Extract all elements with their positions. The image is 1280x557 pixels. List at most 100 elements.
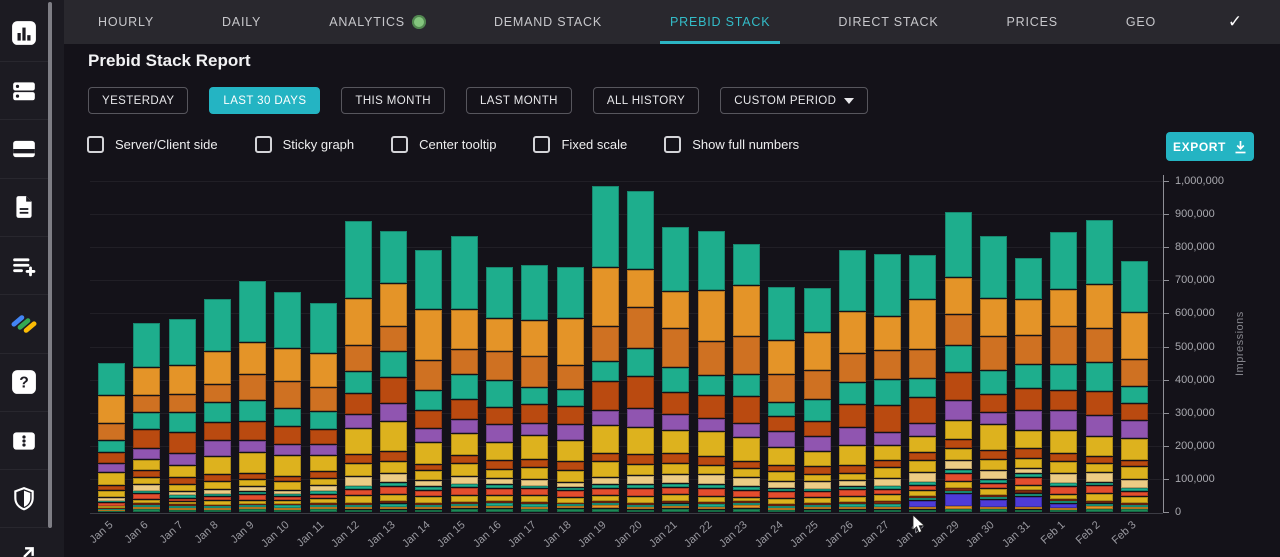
seg-yellow-mid — [274, 481, 302, 490]
seg-purple — [874, 432, 902, 445]
bar-jan-28[interactable] — [909, 254, 937, 512]
seg-purple — [168, 453, 196, 465]
bar-feb-3[interactable] — [1121, 260, 1148, 512]
bar-jan-17[interactable] — [521, 264, 549, 512]
seg-teal-top — [380, 230, 408, 283]
seg-teal-top — [556, 266, 584, 318]
bar-jan-16[interactable] — [486, 266, 514, 512]
seg-yellow-mid — [697, 465, 725, 474]
seg-orange-dark — [803, 370, 831, 399]
seg-purple — [732, 423, 760, 437]
seg-orange-dark — [309, 387, 337, 411]
seg-orange-large — [1085, 284, 1113, 328]
tab-hourly[interactable]: HOURLY — [64, 0, 188, 44]
tab-prebid-stack[interactable]: PREBID STACK — [636, 0, 804, 44]
bar-jan-31[interactable] — [1015, 257, 1043, 512]
prebid-stack-report-page: ? HOURLY DAILY ANALYTICS DEMAND STACK PREBID… — [0, 0, 1280, 557]
seg-yellow-large — [344, 428, 372, 454]
bar-jan-30[interactable] — [979, 235, 1007, 512]
bar-jan-9[interactable] — [239, 280, 267, 512]
seg-purple — [415, 428, 443, 442]
seg-orange-large — [768, 340, 796, 374]
bar-jan-7[interactable] — [168, 318, 196, 512]
bar-jan-14[interactable] — [415, 249, 443, 512]
bar-jan-29[interactable] — [944, 211, 972, 512]
bar-jan-21[interactable] — [662, 226, 690, 512]
seg-teal-mid — [1015, 364, 1043, 388]
sidebar-item-bar-chart[interactable] — [0, 4, 48, 62]
sidebar-item-expand[interactable] — [0, 529, 48, 557]
seg-yellow-small — [662, 494, 690, 501]
seg-indigo — [1015, 496, 1043, 507]
bar-jan-27[interactable] — [874, 253, 902, 512]
seg-teal-top — [1085, 219, 1113, 284]
svg-text:?: ? — [19, 375, 29, 392]
bar-jan-26[interactable] — [838, 249, 866, 512]
bar-jan-15[interactable] — [450, 235, 478, 512]
sidebar-item-credit-card[interactable] — [0, 121, 48, 179]
nav-check-icon[interactable]: ✓ — [1190, 0, 1280, 44]
seg-green-dark — [486, 508, 514, 512]
seg-rust-small — [697, 456, 725, 465]
seg-teal-mid — [309, 411, 337, 429]
tab-prices[interactable]: PRICES — [973, 0, 1092, 44]
bar-jan-20[interactable] — [627, 190, 655, 512]
sidebar-item-shield[interactable] — [0, 470, 48, 529]
seg-orange-dark — [98, 423, 125, 440]
tab-direct-stack[interactable]: DIRECT STACK — [804, 0, 972, 44]
tab-analytics[interactable]: ANALYTICS — [295, 0, 460, 44]
bar-feb-2[interactable] — [1085, 219, 1113, 512]
sidebar-scrollbar[interactable] — [48, 2, 52, 528]
seg-indigo — [979, 499, 1007, 507]
tab-demand-stack[interactable]: DEMAND STACK — [460, 0, 636, 44]
sidebar-item-help[interactable]: ? — [0, 354, 48, 412]
seg-orange-large — [909, 299, 937, 349]
sidebar-item-playlist-add[interactable] — [0, 237, 48, 296]
sidebar-item-document[interactable] — [0, 179, 48, 237]
bar-jan-23[interactable] — [732, 243, 760, 512]
bar-jan-18[interactable] — [556, 266, 584, 512]
seg-yellow-mid — [239, 479, 267, 486]
bar-jan-6[interactable] — [133, 322, 161, 512]
seg-rust-small — [309, 471, 337, 478]
seg-teal-top — [1121, 260, 1148, 312]
seg-teal-top — [874, 253, 902, 316]
seg-yellow-mid — [874, 467, 902, 478]
sidebar-item-ticket[interactable] — [0, 412, 48, 471]
seg-green-dark — [380, 509, 408, 512]
seg-yellow-large — [486, 442, 514, 460]
seg-rust-large — [909, 397, 937, 423]
seg-orange-large — [450, 309, 478, 349]
seg-orange-dark — [1121, 359, 1148, 386]
bar-jan-10[interactable] — [274, 291, 302, 512]
seg-rust-large — [697, 395, 725, 418]
analytics-badge-icon — [411, 15, 426, 29]
seg-orange-dark — [486, 351, 514, 380]
seg-green-dark — [909, 509, 937, 512]
tab-geo[interactable]: GEO — [1092, 0, 1190, 44]
bar-jan-22[interactable] — [697, 230, 725, 512]
bar-jan-19[interactable] — [591, 185, 619, 512]
sidebar-item-data-rows[interactable] — [0, 62, 48, 121]
bar-jan-25[interactable] — [803, 287, 831, 512]
bar-jan-11[interactable] — [309, 302, 337, 512]
bar-jan-8[interactable] — [203, 298, 231, 512]
bar-jan-24[interactable] — [768, 286, 796, 512]
seg-orange-large — [415, 309, 443, 360]
tab-label: DIRECT STACK — [838, 15, 939, 29]
sidebar-item-layers-colored[interactable] — [0, 296, 48, 354]
seg-teal-top — [768, 286, 796, 340]
seg-rust-small — [803, 466, 831, 474]
bar-jan-13[interactable] — [380, 230, 408, 512]
seg-teal-mid — [203, 402, 231, 422]
bar-jan-5[interactable] — [98, 362, 125, 512]
bar-feb-1[interactable] — [1050, 231, 1078, 512]
seg-green-dark — [203, 510, 231, 512]
seg-yellow-mid — [1015, 458, 1043, 468]
seg-yellow-large — [521, 435, 549, 459]
seg-rust-large — [133, 429, 161, 448]
seg-orange-dark — [662, 328, 690, 367]
bar-jan-12[interactable] — [344, 220, 372, 512]
seg-orange-dark — [768, 374, 796, 402]
tab-daily[interactable]: DAILY — [188, 0, 295, 44]
